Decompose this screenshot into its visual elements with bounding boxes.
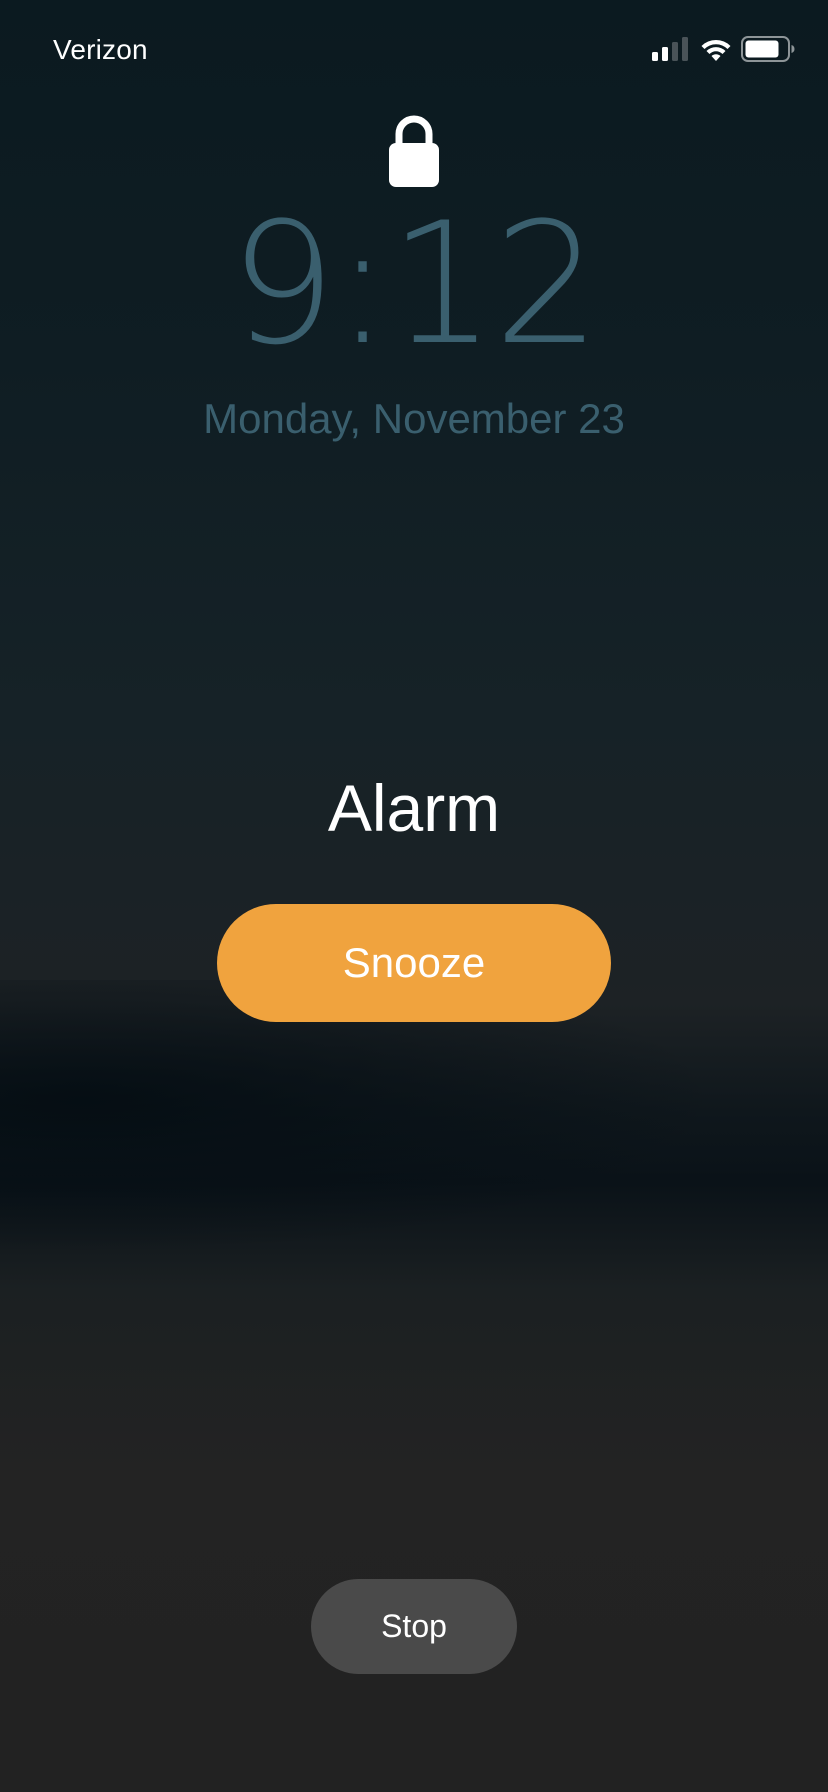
wallpaper-shade [0,980,828,1280]
lock-screen-date: Monday, November 23 [203,395,625,442]
stop-button[interactable]: Stop [311,1579,517,1674]
alarm-title: Alarm [327,771,501,845]
battery-icon [741,36,795,62]
carrier-name: Verizon [53,34,148,65]
wifi-icon [700,37,732,61]
lock-screen-time: 9:12 [229,186,600,382]
status-bar: Verizon [0,0,828,100]
snooze-button-label: Snooze [342,939,486,986]
stop-button-label: Stop [381,1608,447,1644]
lock-icon [388,114,440,188]
snooze-button[interactable]: Snooze [217,904,611,1022]
cellular-signal-icon [652,37,688,61]
